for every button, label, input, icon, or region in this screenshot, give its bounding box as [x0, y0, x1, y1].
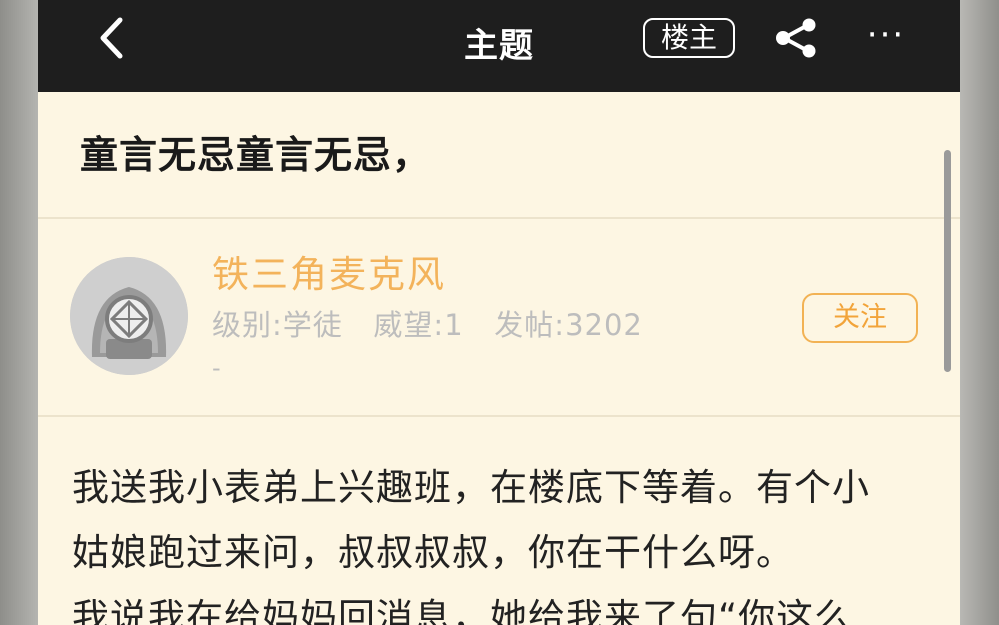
post-content: 我送我小表弟上兴趣班，在楼底下等着。有个小 姑娘跑过来问，叔叔叔叔，你在干什么呀…	[72, 460, 932, 625]
avatar[interactable]	[70, 257, 188, 375]
follow-button[interactable]: 关注	[802, 293, 918, 343]
author-signature: -	[212, 354, 221, 382]
more-button[interactable]: ···	[864, 18, 908, 56]
scrollbar[interactable]	[944, 150, 951, 372]
top-navigation-bar: 主题 楼主 ···	[38, 0, 960, 92]
share-icon	[776, 18, 816, 58]
divider	[38, 217, 960, 219]
divider	[38, 415, 960, 417]
share-button[interactable]	[774, 18, 820, 58]
page-title: 主题	[464, 26, 534, 66]
only-louzhu-button[interactable]: 楼主	[643, 18, 735, 58]
content-line: 我说我在给妈妈回消息，她给我来了句“你这么	[72, 596, 853, 625]
more-horizontal-icon: ···	[866, 15, 906, 55]
content-line: 我送我小表弟上兴趣班，在楼底下等着。有个小	[72, 466, 870, 509]
phone-screen: 主题 楼主 ··· 童言无忌童言无忌， 铁三角麦克风 级别:学徒 威望:1 发帖…	[38, 0, 960, 625]
author-name[interactable]: 铁三角麦克风	[212, 244, 446, 298]
content-line: 姑娘跑过来问，叔叔叔叔，你在干什么呀。	[72, 531, 794, 574]
author-meta: 级别:学徒 威望:1 发帖:3202	[212, 308, 643, 342]
diving-helmet-avatar-icon	[70, 257, 188, 375]
post-title: 童言无忌童言无忌，	[80, 133, 432, 177]
